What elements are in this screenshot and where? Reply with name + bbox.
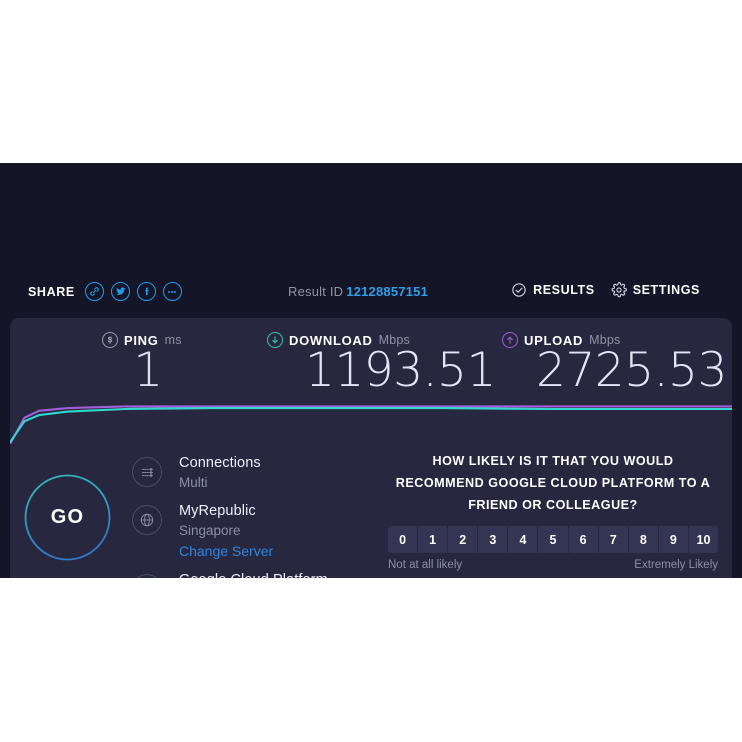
info-connections-title: Connections (179, 455, 261, 471)
info-connections-sub: Multi (179, 475, 208, 490)
result-panel: PING ms 1 DOWNLOAD Mbps 1193.51 UPLOAD M… (10, 318, 732, 578)
result-id: Result ID 12128857151 (288, 284, 428, 299)
graph-line-download (10, 407, 732, 443)
screenshot-root: SHARE Result ID 12128857151 RESULTS SETT… (0, 0, 742, 742)
metric-download-value: 1193.51 (305, 343, 496, 398)
results-label: RESULTS (533, 283, 595, 297)
metrics-row: PING ms 1 DOWNLOAD Mbps 1193.51 UPLOAD M… (10, 318, 732, 406)
nps-question: HOW LIKELY IS IT THAT YOU WOULD RECOMMEN… (395, 454, 711, 512)
metric-ping-value: 1 (133, 343, 163, 398)
nps-option-5[interactable]: 5 (538, 526, 569, 553)
nps-survey: HOW LIKELY IS IT THAT YOU WOULD RECOMMEN… (388, 450, 718, 571)
nps-scale: 0 1 2 3 4 5 6 7 8 9 10 (388, 526, 718, 553)
go-label: GO (50, 506, 85, 528)
check-circle-icon (511, 282, 527, 298)
panel-lower: GO Connections Multi MyRepublic Singapor… (10, 444, 732, 578)
info-server-text: MyRepublic Singapore Change Server (179, 502, 372, 562)
upload-arrow-icon (502, 332, 518, 348)
nps-option-9[interactable]: 9 (658, 526, 689, 553)
nps-option-3[interactable]: 3 (478, 526, 509, 553)
result-id-label: Result ID (288, 284, 344, 299)
info-connections-text: Connections Multi (179, 454, 372, 493)
share-group: SHARE (28, 282, 182, 301)
go-button[interactable]: GO (24, 474, 111, 561)
nps-scale-labels: Not at all likely Extremely Likely (388, 559, 718, 571)
nps-option-6[interactable]: 6 (568, 526, 599, 553)
top-toolbar: SHARE Result ID 12128857151 RESULTS SETT… (0, 282, 742, 322)
info-provider-text: Google Cloud Platform (179, 571, 372, 578)
metric-upload-value: 2725.53 (536, 343, 727, 398)
speed-graph (10, 405, 732, 444)
nps-option-8[interactable]: 8 (628, 526, 659, 553)
ping-icon (102, 332, 118, 348)
metric-ping: PING ms 1 (102, 331, 194, 397)
graph-line-upload (10, 405, 732, 444)
info-row-connections[interactable]: Connections Multi (132, 454, 372, 493)
metric-download: DOWNLOAD Mbps 1193.51 (267, 331, 496, 397)
link-icon[interactable] (84, 282, 104, 301)
twitter-icon[interactable] (110, 282, 130, 301)
info-row-provider[interactable]: Google Cloud Platform (132, 571, 372, 578)
connection-info-list: Connections Multi MyRepublic Singapore C… (132, 454, 372, 578)
info-server-sub: Singapore (179, 523, 241, 538)
nps-option-7[interactable]: 7 (598, 526, 629, 553)
settings-button[interactable]: SETTINGS (611, 282, 700, 298)
nps-low-label: Not at all likely (388, 559, 463, 571)
more-options-icon[interactable] (162, 282, 182, 301)
connections-icon (132, 457, 162, 487)
info-provider-title: Google Cloud Platform (179, 571, 372, 578)
results-button[interactable]: RESULTS (511, 282, 595, 298)
settings-label: SETTINGS (632, 283, 700, 297)
download-arrow-icon (267, 332, 283, 348)
info-server-title: MyRepublic (179, 503, 256, 519)
change-server-link[interactable]: Change Server (179, 541, 372, 562)
nps-option-10[interactable]: 10 (688, 526, 718, 553)
result-id-value[interactable]: 12128857151 (346, 284, 428, 299)
metric-ping-unit: ms (164, 333, 182, 347)
speedtest-app: SHARE Result ID 12128857151 RESULTS SETT… (0, 163, 742, 578)
nps-option-0[interactable]: 0 (388, 526, 419, 553)
gear-icon (611, 282, 627, 298)
info-row-server[interactable]: MyRepublic Singapore Change Server (132, 502, 372, 562)
nps-high-label: Extremely Likely (634, 559, 718, 571)
facebook-icon[interactable] (136, 282, 156, 301)
nps-option-1[interactable]: 1 (418, 526, 449, 553)
metric-upload: UPLOAD Mbps 2725.53 (502, 331, 727, 397)
top-right-nav: RESULTS SETTINGS (511, 282, 700, 298)
globe-icon (132, 505, 162, 535)
nps-option-2[interactable]: 2 (448, 526, 479, 553)
nps-option-4[interactable]: 4 (508, 526, 539, 553)
server-icon (132, 574, 162, 578)
share-label: SHARE (28, 284, 75, 299)
